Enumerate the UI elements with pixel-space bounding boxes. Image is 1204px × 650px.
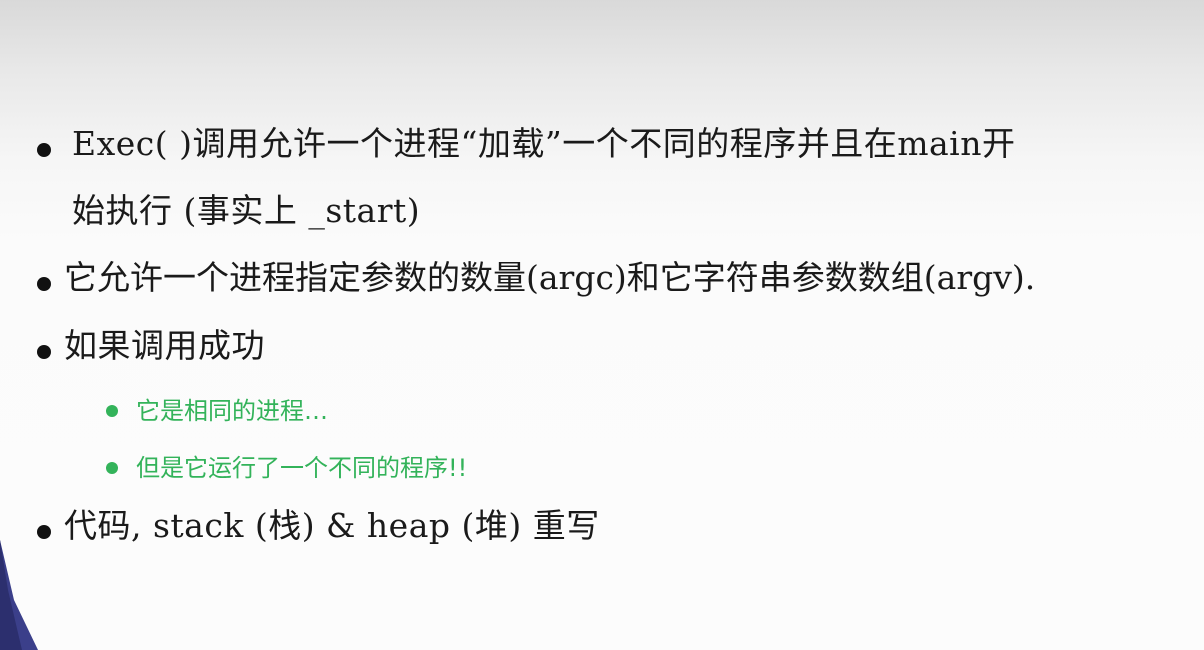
bullet-dot-4 bbox=[37, 525, 51, 539]
slide: Exec( )调用允许一个进程“加载”一个不同的程序并且在main开 始执行 (… bbox=[0, 0, 1204, 650]
corner-decoration bbox=[0, 540, 38, 650]
sub-bullet-2-text: 但是它运行了一个不同的程序!! bbox=[136, 454, 468, 482]
bullet-dot-2 bbox=[37, 277, 51, 291]
bullet-1-line-2: 始执行 (事实上 _start) bbox=[72, 191, 421, 230]
bullet-dot-3 bbox=[37, 345, 51, 359]
bullet-1-line-1: Exec( )调用允许一个进程“加载”一个不同的程序并且在main开 bbox=[72, 124, 1016, 163]
sub-bullet-dot-2 bbox=[106, 462, 118, 474]
bullet-4-text: 代码, stack (栈) & heap (堆) 重写 bbox=[64, 506, 600, 545]
sub-bullet-1-text: 它是相同的进程… bbox=[136, 397, 328, 425]
sub-bullet-dot-1 bbox=[106, 405, 118, 417]
bullet-dot-1 bbox=[37, 143, 51, 157]
bullet-3-text: 如果调用成功 bbox=[64, 326, 265, 365]
bullet-2-text: 它允许一个进程指定参数的数量(argc)和它字符串参数数组(argv). bbox=[64, 258, 1036, 297]
